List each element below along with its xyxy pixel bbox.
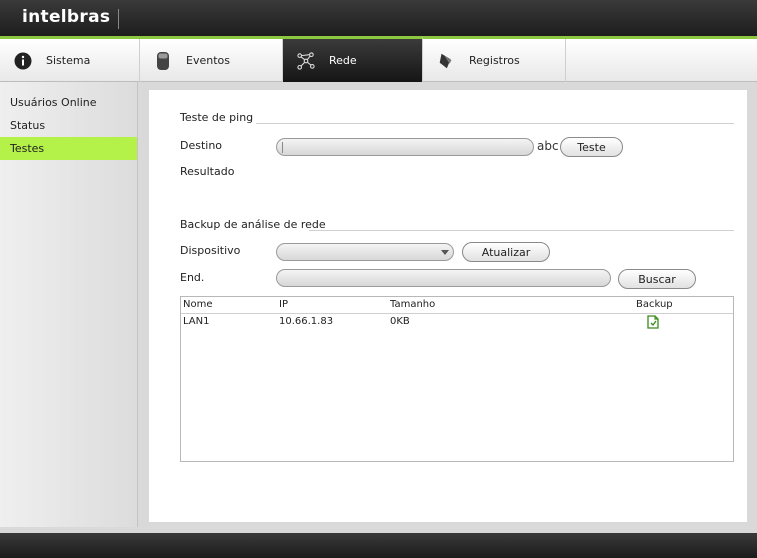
- tab-registros[interactable]: Registros: [423, 39, 566, 82]
- column-header-ip[interactable]: IP: [279, 299, 288, 310]
- buscar-button[interactable]: Buscar: [618, 269, 696, 289]
- row-ip: 10.66.1.83: [279, 316, 334, 327]
- input-mode-indicator[interactable]: abc: [537, 139, 559, 153]
- text-caret: [282, 142, 283, 153]
- sidebar-item-testes[interactable]: Testes: [0, 137, 137, 160]
- end-label: End.: [180, 271, 205, 284]
- main-tab-bar: Sistema Eventos Rede Registros: [0, 36, 757, 82]
- destino-input[interactable]: [276, 138, 534, 156]
- table-row[interactable]: LAN1 10.66.1.83 0KB: [181, 314, 733, 332]
- backup-section-divider: [309, 230, 734, 231]
- end-input[interactable]: [276, 269, 611, 287]
- sidebar: Usuários Online Status Testes: [0, 82, 138, 527]
- tab-sistema-label: Sistema: [46, 54, 91, 67]
- tab-rede[interactable]: Rede: [283, 36, 423, 82]
- tab-eventos-label: Eventos: [186, 54, 230, 67]
- resultado-label: Resultado: [180, 165, 235, 178]
- column-header-tamanho[interactable]: Tamanho: [390, 299, 435, 310]
- column-header-nome[interactable]: Nome: [183, 299, 213, 310]
- ping-section-divider: [256, 123, 734, 124]
- tab-registros-label: Registros: [469, 54, 520, 67]
- intelbras-logo: intelbras: [22, 7, 111, 27]
- network-icon: [297, 51, 315, 70]
- ping-section-title: Teste de ping: [180, 111, 254, 124]
- teste-button[interactable]: Teste: [560, 137, 623, 157]
- tab-eventos[interactable]: Eventos: [140, 39, 283, 82]
- sidebar-item-status[interactable]: Status: [0, 114, 137, 137]
- dispositivo-label: Dispositivo: [180, 244, 241, 257]
- backup-table: Nome IP Tamanho Backup LAN1 10.66.1.83 0…: [180, 296, 734, 462]
- info-icon: [14, 52, 32, 70]
- registros-icon: [437, 52, 455, 70]
- sidebar-item-usuarios-online[interactable]: Usuários Online: [0, 91, 137, 114]
- table-header: Nome IP Tamanho Backup: [181, 297, 733, 314]
- row-tamanho: 0KB: [390, 316, 410, 327]
- row-nome: LAN1: [183, 316, 210, 327]
- column-header-backup[interactable]: Backup: [636, 299, 673, 310]
- bottom-status-bar: [0, 533, 757, 558]
- backup-file-icon[interactable]: [647, 315, 659, 332]
- events-icon: [154, 51, 172, 70]
- chevron-down-icon: [441, 250, 449, 255]
- main-panel: Teste de ping Destino abc Teste Resultad…: [149, 90, 747, 522]
- tab-rede-label: Rede: [329, 54, 357, 67]
- atualizar-button[interactable]: Atualizar: [462, 242, 550, 262]
- top-header: intelbras: [0, 0, 757, 36]
- dispositivo-select[interactable]: [276, 243, 454, 261]
- destino-label: Destino: [180, 139, 223, 152]
- tab-sistema[interactable]: Sistema: [0, 39, 140, 82]
- backup-section-title: Backup de análise de rede: [180, 218, 326, 231]
- logo-divider: [118, 9, 119, 29]
